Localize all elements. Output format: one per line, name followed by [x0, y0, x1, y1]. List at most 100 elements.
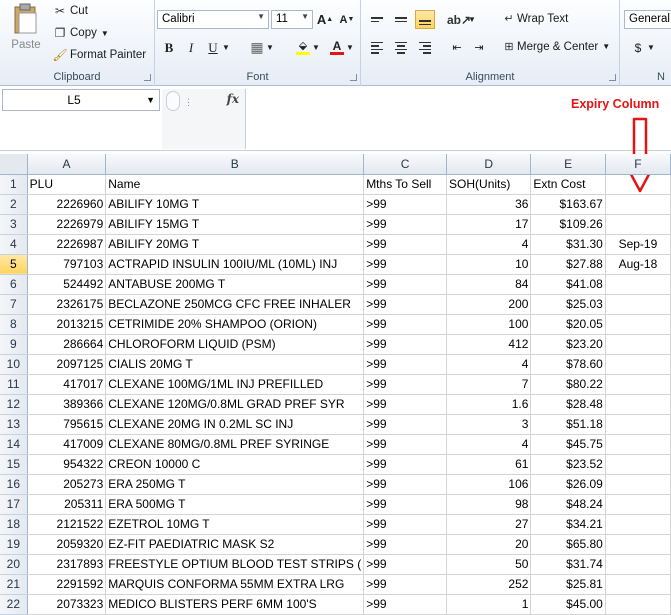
cell-f[interactable] [605, 574, 671, 595]
formula-bar-resize-handle[interactable] [166, 91, 180, 111]
cell-e[interactable]: $45.00 [530, 594, 606, 615]
cell-b[interactable]: ABILIFY 15MG T [105, 214, 365, 235]
row-header[interactable]: 3 [0, 214, 28, 235]
number-format-combo[interactable]: General [624, 10, 671, 29]
cell-d[interactable]: 10 [446, 254, 532, 275]
cell-c[interactable]: >99 [363, 534, 448, 555]
cell-e[interactable]: $23.52 [530, 454, 606, 475]
row-header[interactable]: 11 [0, 374, 28, 395]
cell-c[interactable]: >99 [363, 294, 448, 315]
underline-button[interactable]: U [203, 38, 223, 57]
cell-b[interactable]: MEDICO BLISTERS PERF 6MM 100'S [105, 594, 365, 615]
row-header[interactable]: 12 [0, 394, 28, 415]
row-header[interactable]: 18 [0, 514, 28, 535]
cell-f[interactable] [605, 434, 671, 455]
cell-f[interactable] [605, 474, 671, 495]
cell-a[interactable]: 2097125 [27, 354, 107, 375]
cell-a[interactable]: 797103 [27, 254, 107, 275]
cell-b[interactable]: EZ-FIT PAEDIATRIC MASK S2 [105, 534, 365, 555]
cell-b[interactable]: ABILIFY 20MG T [105, 234, 365, 255]
decrease-indent-button[interactable]: ⇤ [447, 38, 467, 57]
cell-e[interactable]: $34.21 [530, 514, 606, 535]
format-painter-button[interactable]: 🖌 Format Painter [52, 48, 146, 62]
cell-f[interactable]: Sep-19 [605, 234, 671, 255]
cell-f[interactable] [605, 354, 671, 375]
cell-e[interactable]: $26.09 [530, 474, 606, 495]
cell-a[interactable]: 286664 [27, 334, 107, 355]
cell-b[interactable]: CLEXANE 20MG IN 0.2ML SC INJ [105, 414, 365, 435]
cell-b[interactable]: Name [105, 174, 365, 195]
cell-b[interactable]: CIALIS 20MG T [105, 354, 365, 375]
font-size-combo[interactable]: 11 ▼ [271, 10, 313, 29]
cell-c[interactable]: >99 [363, 454, 448, 475]
row-header[interactable]: 5 [0, 254, 28, 275]
cell-a[interactable]: 2226979 [27, 214, 107, 235]
cell-f[interactable] [605, 554, 671, 575]
cell-e[interactable]: $65.80 [530, 534, 606, 555]
copy-button[interactable]: ❐ Copy ▼ [52, 26, 109, 40]
row-header[interactable]: 10 [0, 354, 28, 375]
cell-d[interactable]: 50 [446, 554, 532, 575]
cell-a[interactable]: PLU [27, 174, 107, 195]
cell-a[interactable]: 2317893 [27, 554, 107, 575]
cell-d[interactable]: 252 [446, 574, 532, 595]
alignment-dialog-launcher[interactable] [609, 74, 616, 81]
cell-d[interactable]: 4 [446, 434, 532, 455]
cell-c[interactable]: >99 [363, 574, 448, 595]
row-header[interactable]: 14 [0, 434, 28, 455]
cell-e[interactable]: $41.08 [530, 274, 606, 295]
cell-b[interactable]: CLEXANE 120MG/0.8ML GRAD PREF SYR [105, 394, 365, 415]
cell-a[interactable]: 417017 [27, 374, 107, 395]
cell-d[interactable]: 200 [446, 294, 532, 315]
align-center-button[interactable] [391, 38, 411, 57]
cell-c[interactable]: >99 [363, 274, 448, 295]
cell-d[interactable]: 412 [446, 334, 532, 355]
cell-c[interactable]: >99 [363, 474, 448, 495]
cell-d[interactable]: 1 [446, 594, 532, 615]
row-header[interactable]: 2 [0, 194, 28, 215]
fill-color-icon[interactable]: ⬙ [293, 38, 313, 57]
cell-d[interactable]: 3 [446, 414, 532, 435]
insert-function-icon[interactable]: fx [227, 92, 239, 106]
currency-dropdown-icon[interactable]: ▼ [646, 38, 656, 57]
cell-e[interactable]: $25.03 [530, 294, 606, 315]
cell-c[interactable]: >99 [363, 194, 448, 215]
column-header-e[interactable]: E [530, 154, 606, 175]
cell-f[interactable] [605, 174, 671, 195]
cell-e[interactable]: $23.20 [530, 334, 606, 355]
cell-b[interactable]: ANTABUSE 200MG T [105, 274, 365, 295]
row-header[interactable]: 16 [0, 474, 28, 495]
cell-f[interactable]: Aug-18 [605, 254, 671, 275]
cell-b[interactable]: CREON 10000 C [105, 454, 365, 475]
merge-center-button[interactable]: ⊞ Merge & Center ▼ [501, 40, 610, 54]
font-dialog-launcher[interactable] [350, 74, 357, 81]
cell-c[interactable]: >99 [363, 254, 448, 275]
cell-c[interactable]: >99 [363, 554, 448, 575]
cell-c[interactable]: >99 [363, 234, 448, 255]
cell-c[interactable]: >99 [363, 334, 448, 355]
currency-button[interactable]: $ [628, 38, 648, 57]
cell-f[interactable] [605, 314, 671, 335]
cell-e[interactable]: $78.60 [530, 354, 606, 375]
cell-d[interactable]: 1.6 [446, 394, 532, 415]
cell-e[interactable]: $45.75 [530, 434, 606, 455]
cell-f[interactable] [605, 194, 671, 215]
fill-color-dropdown-icon[interactable]: ▼ [311, 38, 321, 57]
cell-a[interactable]: 389366 [27, 394, 107, 415]
paste-button[interactable]: Paste [6, 3, 46, 65]
cell-e[interactable]: $109.26 [530, 214, 606, 235]
cell-e[interactable]: $80.22 [530, 374, 606, 395]
cell-c[interactable]: Mths To Sell [363, 174, 448, 195]
row-header[interactable]: 15 [0, 454, 28, 475]
name-box[interactable]: L5 ▼ [2, 89, 160, 111]
cell-a[interactable]: 2326175 [27, 294, 107, 315]
cell-b[interactable]: BECLAZONE 250MCG CFC FREE INHALER [105, 294, 365, 315]
increase-indent-button[interactable]: ⇥ [469, 38, 489, 57]
row-header[interactable]: 7 [0, 294, 28, 315]
cell-d[interactable]: 20 [446, 534, 532, 555]
cell-b[interactable]: MARQUIS CONFORMA 55MM EXTRA LRG [105, 574, 365, 595]
cell-f[interactable] [605, 414, 671, 435]
cell-e[interactable]: $31.30 [530, 234, 606, 255]
cell-b[interactable]: CLEXANE 100MG/1ML INJ PREFILLED [105, 374, 365, 395]
cell-f[interactable] [605, 374, 671, 395]
